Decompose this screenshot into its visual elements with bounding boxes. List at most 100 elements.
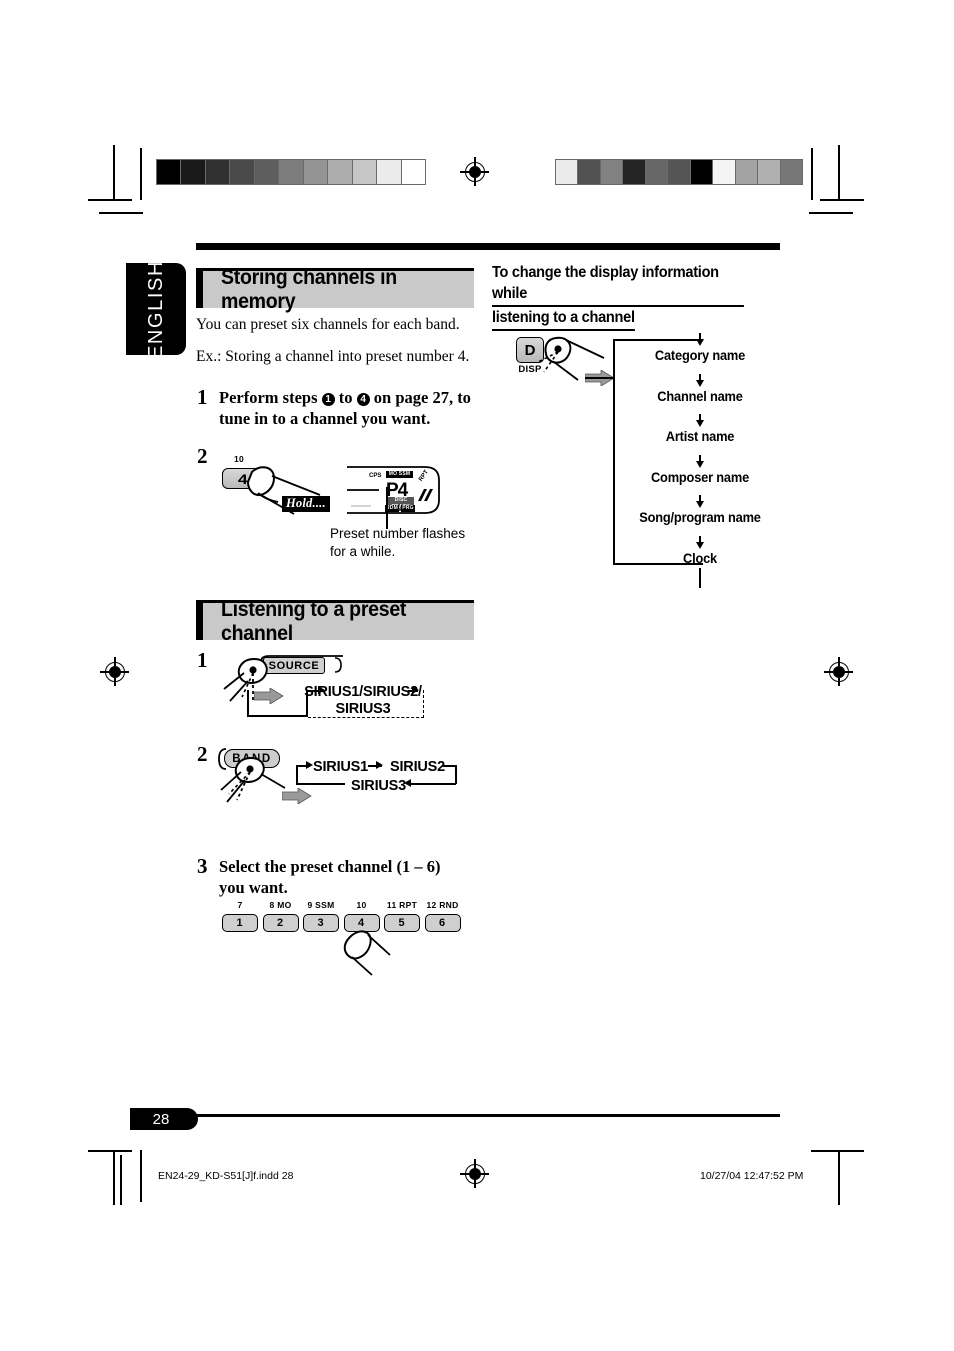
band-flow-loop-left-h xyxy=(296,783,345,785)
preset-button-6[interactable]: 6 xyxy=(424,914,461,932)
gray-arrow-step2-icon xyxy=(282,788,312,804)
preset-button-3[interactable]: 3 xyxy=(303,914,339,932)
preset-button-1[interactable]: 1 xyxy=(222,914,258,932)
calibration-swatch xyxy=(712,160,735,184)
band-flow-right-v xyxy=(455,765,457,784)
intro-text: You can preset six channels for each ban… xyxy=(196,316,460,333)
preset-button-top-label: 12 RND xyxy=(426,900,459,910)
preset-button-face: 1 xyxy=(236,917,244,929)
calibration-swatch xyxy=(667,160,690,184)
section-heading-listening-preset-label: Listening to a preset channel xyxy=(221,597,407,645)
step-1-line1-b: to xyxy=(338,388,353,407)
calibration-swatch xyxy=(253,160,279,184)
crop-mark-tl-h2 xyxy=(99,212,143,214)
flow-connector-line xyxy=(699,414,701,422)
flow-item-3: Artist name xyxy=(665,429,735,444)
calibration-swatch xyxy=(376,160,401,184)
page-number-badge: 28 xyxy=(130,1108,198,1130)
footer-timestamp: 10/27/04 12:47:52 PM xyxy=(700,1170,804,1182)
flow-connector-line xyxy=(699,535,701,544)
step-number-2-storing: 2 xyxy=(197,444,208,468)
flow-item-2: Channel name xyxy=(657,388,743,404)
source-loop-bottom-h xyxy=(247,715,308,717)
lcd-caption-line1: Preset number flashes xyxy=(330,526,466,541)
calibration-swatch xyxy=(556,160,578,184)
flow-return-rail-top xyxy=(613,339,703,341)
band-flow-sirius1: SIRIUS1 xyxy=(313,759,369,775)
lcd-caption-leader-line xyxy=(386,487,388,529)
flow-connector-line xyxy=(699,454,701,463)
manual-page: ENGLISH Storing channels in memory You c… xyxy=(0,0,954,1351)
hold-label-tag: Hold.... xyxy=(282,496,330,512)
preset-button-top-label: 11 RPT xyxy=(386,900,418,910)
grayscale-calibration-bar-left xyxy=(156,159,426,185)
band-flow-back-arrow-icon xyxy=(404,779,411,787)
calibration-swatch xyxy=(278,160,303,184)
preset-button-face: 2 xyxy=(276,917,285,929)
section-heading-storing-channels-label: Storing channels in memory xyxy=(221,265,397,313)
calibration-swatch xyxy=(180,160,205,184)
right-column-subheading-line2: listening to a channel xyxy=(492,307,635,331)
crop-mark-tl-v2 xyxy=(140,148,142,200)
flow-item-1: Category name xyxy=(654,348,746,363)
preset-button-face: 5 xyxy=(398,917,406,929)
registration-target-left xyxy=(100,657,129,686)
band-flow-in-arrow-icon xyxy=(306,761,313,769)
lcd-indicator-cps: CPS xyxy=(369,473,382,479)
grayscale-calibration-bar-right xyxy=(555,159,803,185)
step-1-storing-text: Perform steps 1 to 4 on page 27, to tune… xyxy=(219,387,475,429)
page-number-label: 28 xyxy=(152,1110,170,1128)
lcd-indicator-prg: PRG xyxy=(401,505,415,512)
circled-number-1: 1 xyxy=(321,393,335,406)
band-flow-bottom-h xyxy=(410,783,456,785)
preset-button-top-label: 8 MO xyxy=(269,900,292,910)
example-text: Ex.: Storing a channel into preset numbe… xyxy=(196,348,470,365)
source-dashed-return xyxy=(308,690,424,718)
right-column-subheading: To change the display information while … xyxy=(492,262,760,331)
flow-entry-connector-v xyxy=(585,377,587,379)
crop-mark-br-v2 xyxy=(811,1150,863,1152)
preset-button-top-label: 10 xyxy=(356,900,367,910)
step-1-line2: tune in to a channel you want. xyxy=(219,409,431,428)
preset-button-2[interactable]: 2 xyxy=(262,914,299,932)
preset-button-face: 6 xyxy=(438,917,447,929)
lcd-indicator-mo-ssm: MO SSM xyxy=(386,471,413,478)
calibration-swatch xyxy=(779,160,802,184)
calibration-swatch xyxy=(644,160,668,184)
section-heading-storing-channels: Storing channels in memory xyxy=(196,266,474,313)
calibration-swatch xyxy=(689,160,713,184)
step-number-2-listening: 2 xyxy=(197,742,208,766)
crop-mark-br-v xyxy=(838,1150,840,1205)
gray-arrow-step1-icon xyxy=(254,688,284,704)
preset-button-top-label: 7 xyxy=(237,900,243,910)
section-heading-listening-preset: Listening to a preset channel xyxy=(196,598,474,645)
calibration-swatch xyxy=(302,160,328,184)
lcd-caption-line2: for a while. xyxy=(330,544,396,559)
crop-mark-tr-h2 xyxy=(809,212,853,214)
crop-mark-left-edge xyxy=(120,1155,122,1205)
step-number-1-storing: 1 xyxy=(197,385,208,409)
footer-filename: EN24-29_KD-S51[J]f.indd 28 xyxy=(158,1170,294,1182)
lcd-caption: Preset number flashes for a while. xyxy=(330,525,490,561)
step-1-line1-c: on page 27, to xyxy=(373,388,471,407)
top-divider-rule xyxy=(196,243,780,250)
lcd-display-illustration: P4 MO SSM DISC TRACK RDM PRG CPS RPT xyxy=(345,464,441,516)
registration-target-top xyxy=(460,157,489,186)
band-flow-sirius2: SIRIUS2 xyxy=(390,759,446,775)
finger-pointer-step2-icon xyxy=(246,466,321,515)
flow-connector-line xyxy=(699,495,701,503)
crop-mark-bl-h xyxy=(88,1150,132,1152)
step-3-line2: want. xyxy=(248,878,288,897)
language-tab-label: ENGLISH xyxy=(144,259,167,359)
step-1-line1-a: Perform steps xyxy=(219,388,318,407)
right-column-subheading-line1: To change the display information while xyxy=(492,262,744,307)
calibration-swatch xyxy=(757,160,780,184)
crop-mark-tr-h xyxy=(820,199,864,201)
preset-button-top-label: 9 SSM xyxy=(307,900,335,910)
crop-mark-tr-v xyxy=(838,145,840,200)
flow-connector-line xyxy=(699,373,701,382)
step-3-text: Select the preset channel (1 – 6) you wa… xyxy=(219,856,469,898)
preset-button-face: 3 xyxy=(317,917,325,929)
calibration-swatch xyxy=(351,160,377,184)
flow-return-rail-bottom xyxy=(613,563,703,565)
